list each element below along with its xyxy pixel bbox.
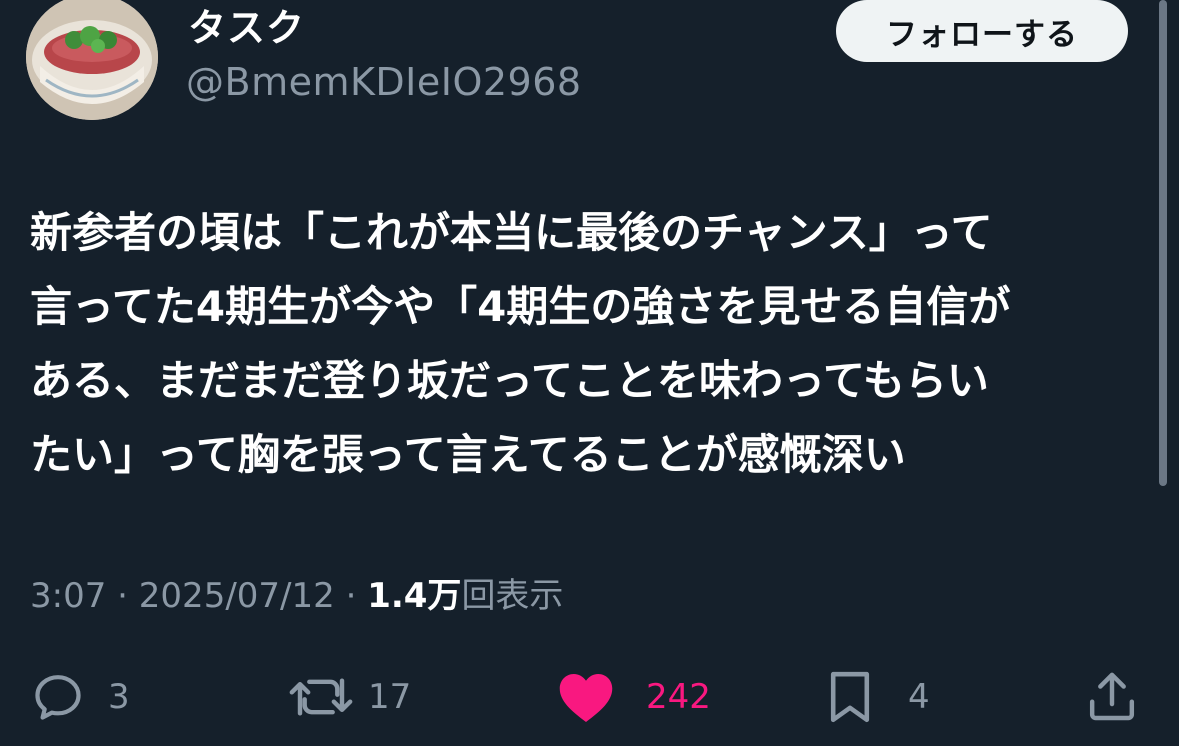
bookmark-icon	[830, 671, 870, 723]
heart-icon	[559, 674, 613, 722]
like-count: 242	[646, 677, 711, 717]
like-button[interactable]: 242	[556, 662, 711, 732]
reply-button[interactable]: 3	[30, 662, 130, 732]
tweet-text-line: たい」って胸を張って言えてることが感慨深い	[30, 430, 906, 479]
tweet-text: 新参者の頃は「これが本当に最後のチャンス」って 言ってた4期生が今や「4期生の強…	[30, 196, 1140, 492]
retweet-icon	[289, 678, 353, 716]
meta-separator: ·	[334, 576, 368, 616]
action-bar: 3 17 242 4	[0, 662, 1179, 732]
share-button[interactable]	[1084, 662, 1140, 732]
views-label: 回表示	[461, 576, 564, 616]
tweet-time[interactable]: 3:07	[30, 576, 106, 616]
reply-icon	[35, 675, 81, 720]
tweet-date[interactable]: 2025/07/12	[139, 576, 335, 616]
avatar-image	[26, 0, 158, 120]
tweet-text-line: ある、まだまだ登り坂だってことを味わってもらい	[30, 356, 989, 405]
avatar[interactable]	[26, 0, 158, 120]
reply-count: 3	[108, 677, 130, 717]
tweet-meta: 3:07 · 2025/07/12 · 1.4万回表示	[30, 572, 563, 620]
scrollbar[interactable]	[1159, 0, 1167, 486]
tweet-detail: タスク @BmemKDIeIO2968 フォローする 新参者の頃は「これが本当に…	[0, 0, 1179, 746]
user-handle[interactable]: @BmemKDIeIO2968	[186, 58, 582, 106]
retweet-button[interactable]: 17	[286, 662, 411, 732]
bookmark-count: 4	[908, 677, 930, 717]
meta-separator: ·	[106, 576, 139, 616]
share-icon	[1089, 672, 1135, 721]
display-name[interactable]: タスク	[188, 6, 305, 50]
views-count[interactable]: 1.4万	[367, 576, 461, 616]
tweet-text-line: 新参者の頃は「これが本当に最後のチャンス」って	[30, 208, 993, 257]
follow-button[interactable]: フォローする	[836, 0, 1128, 62]
bookmark-button[interactable]: 4	[826, 662, 930, 732]
tweet-text-line: 言ってた4期生が今や「4期生の強さを見せる自信が	[30, 282, 1011, 331]
retweet-count: 17	[368, 677, 412, 717]
